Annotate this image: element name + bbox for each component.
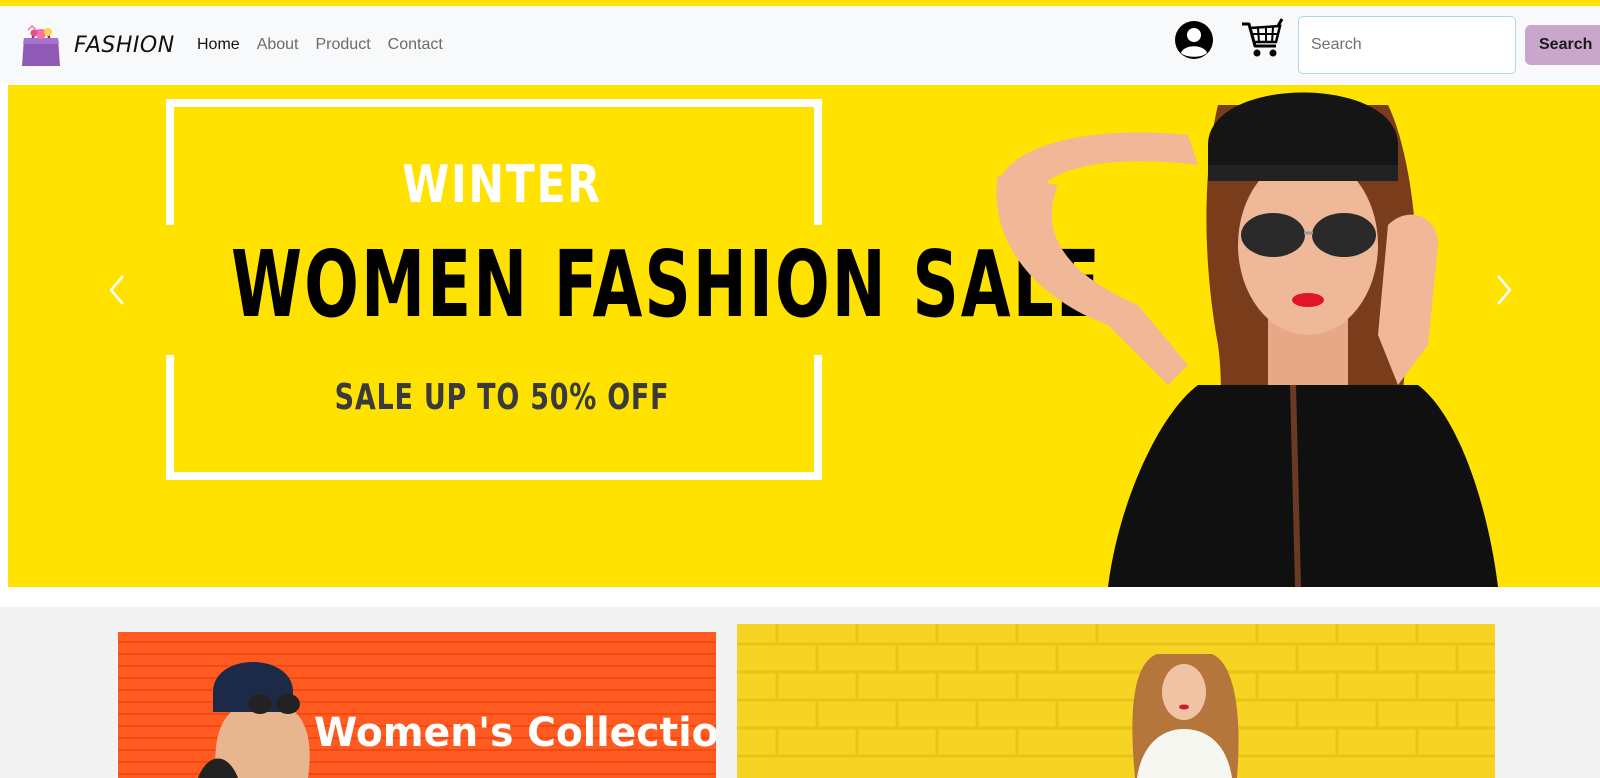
nav-link-product[interactable]: Product [316,36,371,54]
chevron-left-icon[interactable] [103,270,133,310]
brand-name: FASHION [74,32,175,58]
hero-carousel: WINTER WOMEN FASHION SALE SALE UP TO 50%… [8,85,1600,587]
nav-link-home[interactable]: Home [197,36,240,54]
chevron-right-icon[interactable] [1488,270,1518,310]
womens-collection-title: Women's Collection [314,710,716,756]
brand[interactable]: FASHION [18,22,175,68]
card-stripes [118,641,716,778]
nav-links: Home About Product Contact [197,36,460,54]
nav-link-contact[interactable]: Contact [388,36,443,54]
shopping-bag-icon [22,24,60,66]
search-button[interactable]: Search [1525,25,1600,65]
hero-season: WINTER [402,155,602,215]
hero-subline: SALE UP TO 50% OFF [334,377,670,418]
hero-model-image [996,92,1498,587]
yellow-collection-card[interactable] [737,624,1495,778]
navbar: FASHION Home About Product Contact Searc… [0,6,1600,83]
hero-headline: WOMEN FASHION SALE [231,231,1102,338]
shopping-cart-icon[interactable] [1240,18,1284,60]
nav-link-about[interactable]: About [257,36,299,54]
user-account-icon[interactable] [1174,20,1214,60]
womens-collection-card[interactable]: Women's Collection [118,632,716,778]
brick-wall-image [737,624,1495,778]
search-input[interactable] [1298,16,1516,74]
